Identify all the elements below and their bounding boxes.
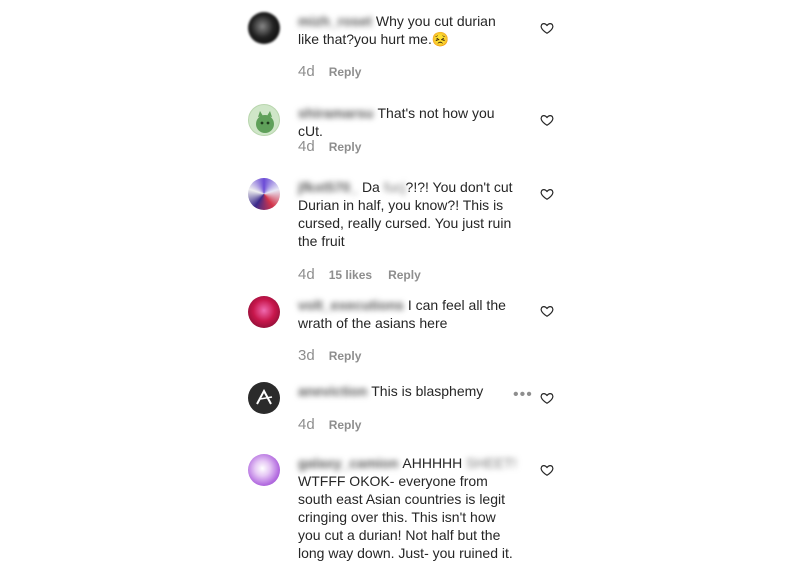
comment-body: galaxy_camion AHHHHH SHEET! WTFFF OKOK- e… bbox=[298, 454, 520, 562]
heart-icon[interactable] bbox=[540, 113, 554, 127]
avatar-image bbox=[256, 111, 274, 133]
comment-body: mizh_roset Why you cut durian like that?y… bbox=[298, 12, 520, 48]
username[interactable]: volt_executions bbox=[298, 296, 404, 314]
username[interactable]: galaxy_camion bbox=[298, 454, 398, 472]
comment-meta: 4d 15 likes Reply bbox=[298, 266, 421, 283]
comment-text-prefix: Da bbox=[361, 179, 384, 195]
reply-button[interactable]: Reply bbox=[329, 349, 362, 363]
username[interactable]: aneviction bbox=[298, 382, 367, 400]
comment-meta: 4d Reply bbox=[298, 416, 361, 433]
comment-meta: 3d Reply bbox=[298, 347, 361, 364]
timestamp[interactable]: 4d bbox=[298, 266, 315, 283]
timestamp[interactable]: 4d bbox=[298, 416, 315, 433]
heart-icon[interactable] bbox=[540, 187, 554, 201]
comment-meta: 4d Reply bbox=[298, 63, 361, 80]
heart-icon[interactable] bbox=[540, 463, 554, 477]
avatar[interactable] bbox=[248, 178, 280, 210]
likes-count[interactable]: 15 likes bbox=[329, 268, 372, 282]
timestamp[interactable]: 3d bbox=[298, 347, 315, 364]
censored-word: fucj bbox=[383, 179, 406, 195]
avatar[interactable] bbox=[248, 296, 280, 328]
censored-word: SHEET! bbox=[466, 455, 517, 471]
avatar[interactable] bbox=[248, 104, 280, 136]
username[interactable]: shiramarsu bbox=[298, 104, 373, 122]
comment-text: WTFFF OKOK- everyone from south east Asi… bbox=[298, 473, 513, 561]
heart-icon[interactable] bbox=[540, 304, 554, 318]
comment-body: shiramarsu That's not how you cUt. bbox=[298, 104, 520, 140]
heart-icon[interactable] bbox=[540, 391, 554, 405]
reply-button[interactable]: Reply bbox=[329, 140, 362, 154]
avatar[interactable] bbox=[248, 454, 280, 486]
comment-meta: 4d Reply bbox=[298, 138, 361, 155]
comment-body: jfkxt570_ Da fucj?!?! You don't cut Duria… bbox=[298, 178, 520, 250]
reply-button[interactable]: Reply bbox=[329, 65, 362, 79]
reply-button[interactable]: Reply bbox=[388, 268, 421, 282]
comment-text-prefix: AHHHHH bbox=[402, 455, 467, 471]
heart-icon[interactable] bbox=[540, 21, 554, 35]
timestamp[interactable]: 4d bbox=[298, 138, 315, 155]
username[interactable]: jfkxt570_ bbox=[298, 178, 358, 196]
comment-body: volt_executions I can feel all the wrath … bbox=[298, 296, 520, 332]
username[interactable]: mizh_roset bbox=[298, 12, 372, 30]
reply-button[interactable]: Reply bbox=[329, 418, 362, 432]
comment-body: aneviction This is blasphemy bbox=[298, 382, 520, 400]
timestamp[interactable]: 4d bbox=[298, 63, 315, 80]
more-options-icon[interactable]: ••• bbox=[513, 386, 533, 404]
avatar[interactable] bbox=[248, 12, 280, 44]
avatar[interactable] bbox=[248, 382, 280, 414]
avatar-logo-icon bbox=[256, 388, 273, 405]
comment-text: This is blasphemy bbox=[371, 383, 484, 399]
